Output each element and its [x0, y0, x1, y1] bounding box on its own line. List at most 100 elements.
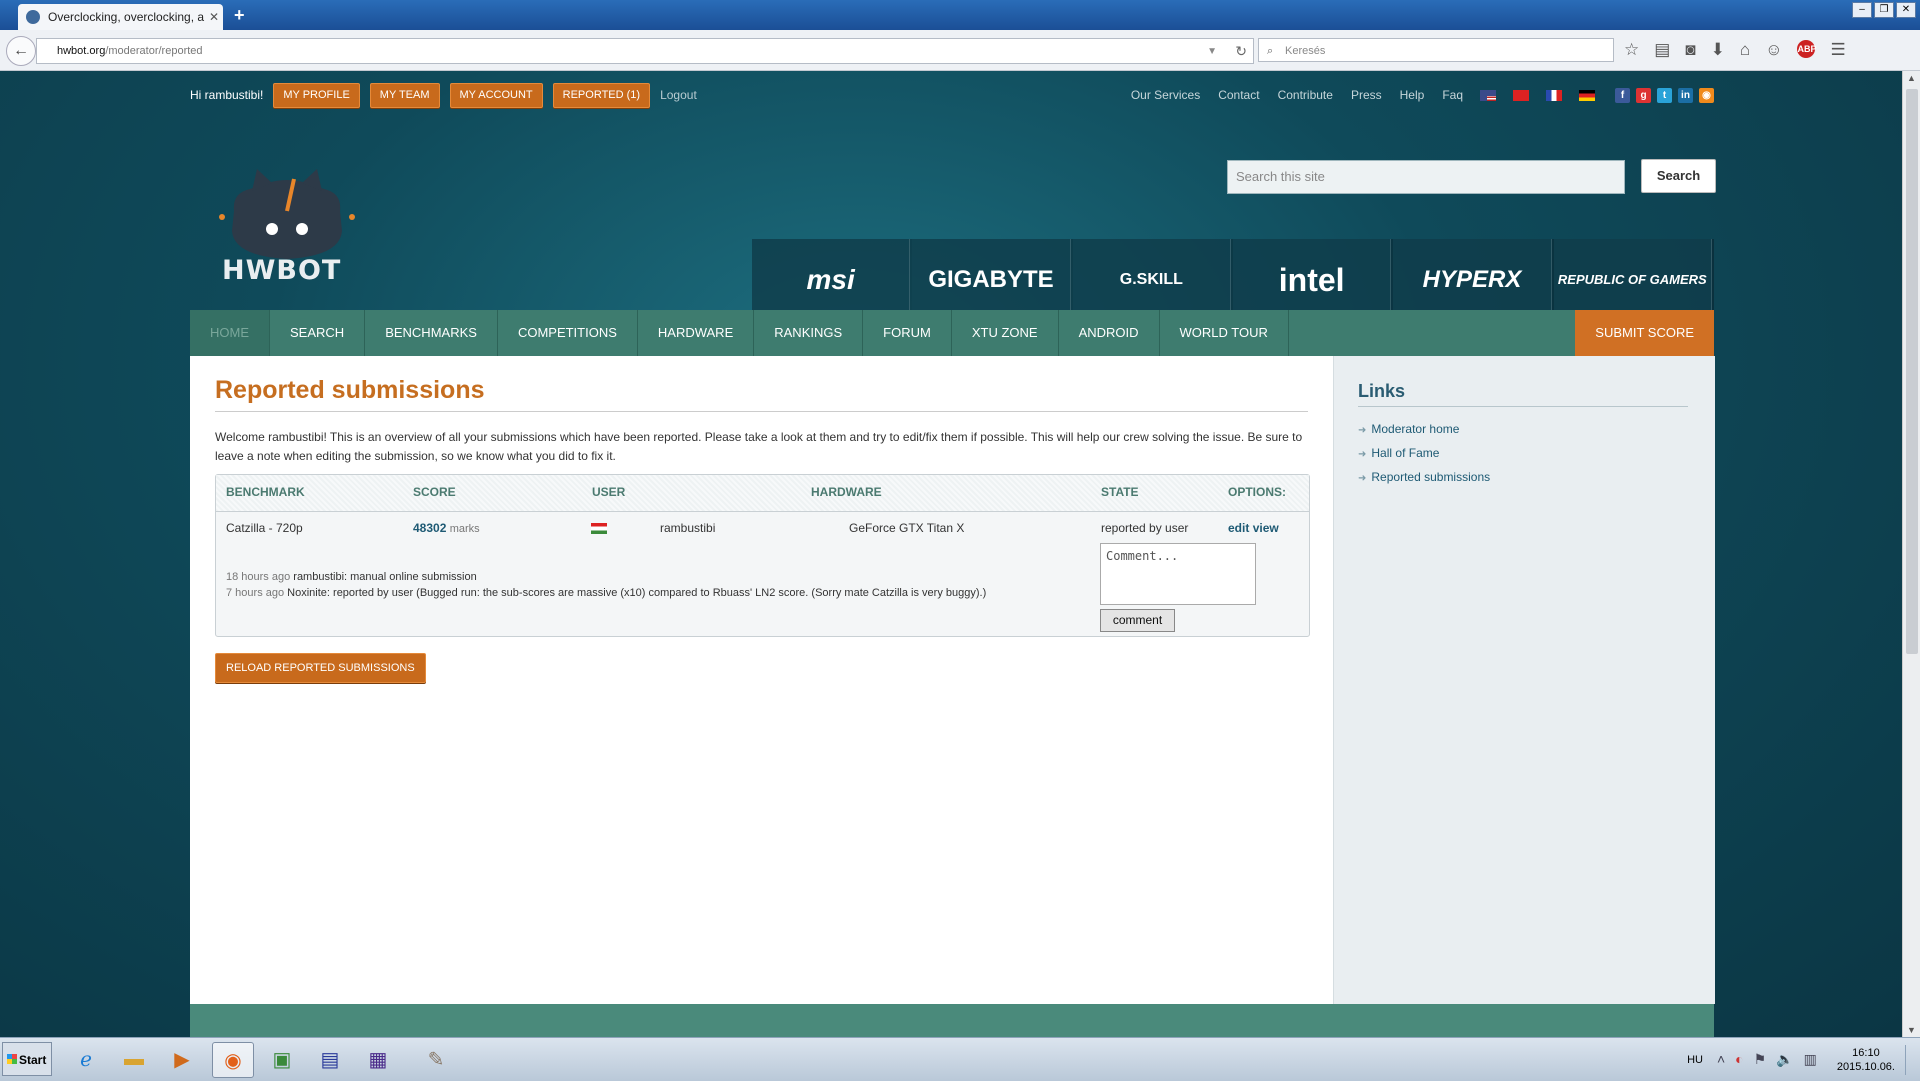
- sponsor-hyperx[interactable]: HYPERX: [1393, 239, 1552, 321]
- volume-icon[interactable]: 🔈: [1776, 1051, 1793, 1068]
- our-services-link[interactable]: Our Services: [1131, 88, 1200, 102]
- firefox-icon[interactable]: ◉: [212, 1042, 254, 1078]
- log-entry: 18 hours ago rambustibi: manual online s…: [226, 569, 986, 585]
- flag-fr-icon[interactable]: [1546, 89, 1562, 101]
- nav-home[interactable]: HOME: [190, 310, 270, 356]
- rss-icon[interactable]: ◉: [1699, 87, 1714, 103]
- cell-hardware[interactable]: GeForce GTX Titan X: [849, 521, 964, 535]
- flag-cn-icon[interactable]: [1513, 89, 1529, 101]
- image-viewer-icon[interactable]: ▣: [262, 1042, 302, 1076]
- browser-tab[interactable]: Overclocking, overclocking, a... ✕: [18, 4, 223, 30]
- sidebar-link-moderator-home[interactable]: ➜ Moderator home: [1358, 418, 1490, 442]
- edit-link[interactable]: edit: [1228, 521, 1249, 535]
- media-player-icon[interactable]: ▶: [162, 1042, 202, 1076]
- press-link[interactable]: Press: [1351, 88, 1382, 102]
- home-icon[interactable]: ⌂: [1740, 40, 1750, 60]
- comment-button[interactable]: comment: [1100, 609, 1175, 632]
- nav-benchmarks[interactable]: BENCHMARKS: [365, 310, 498, 356]
- nav-forum[interactable]: FORUM: [863, 310, 952, 356]
- explorer-icon[interactable]: ▬: [114, 1042, 154, 1076]
- cell-benchmark[interactable]: Catzilla - 720p: [226, 521, 303, 535]
- nav-search[interactable]: SEARCH: [270, 310, 366, 356]
- scroll-down-icon[interactable]: ▼: [1907, 1025, 1916, 1035]
- back-button[interactable]: ←: [6, 36, 36, 66]
- nav-rankings[interactable]: RANKINGS: [754, 310, 864, 356]
- reload-reported-button[interactable]: RELOAD REPORTED SUBMISSIONS: [215, 653, 426, 683]
- my-profile-button[interactable]: MY PROFILE: [273, 82, 360, 108]
- reload-icon[interactable]: ↻: [1235, 43, 1247, 60]
- score-link[interactable]: 48302: [413, 521, 446, 535]
- maximize-button[interactable]: ❐: [1874, 2, 1894, 18]
- hwbot-logo-icon[interactable]: [212, 151, 362, 311]
- site-search-input[interactable]: Search this site: [1227, 160, 1625, 194]
- flag-de-icon[interactable]: [1579, 89, 1595, 101]
- twitter-icon[interactable]: t: [1657, 87, 1672, 103]
- download-icon[interactable]: ⬇: [1711, 40, 1725, 60]
- sponsor-gskill[interactable]: G.SKILL: [1072, 239, 1231, 321]
- ie-icon[interactable]: ℯ: [66, 1042, 106, 1076]
- nav-android[interactable]: ANDROID: [1059, 310, 1160, 356]
- reported-button[interactable]: REPORTED (1): [552, 82, 651, 108]
- scrollbar-thumb[interactable]: [1906, 89, 1918, 654]
- score-unit: marks: [449, 523, 480, 535]
- sponsor-msi[interactable]: msi: [752, 239, 911, 321]
- action-center-icon[interactable]: ⚑: [1754, 1051, 1767, 1068]
- intro-text: Welcome rambustibi! This is an overview …: [215, 430, 1303, 463]
- pocket-icon[interactable]: ◙: [1685, 40, 1695, 60]
- nav-hardware[interactable]: HARDWARE: [638, 310, 755, 356]
- submit-score-button[interactable]: SUBMIT SCORE: [1575, 310, 1714, 356]
- nav-world-tour[interactable]: WORLD TOUR: [1160, 310, 1289, 356]
- my-account-button[interactable]: MY ACCOUNT: [449, 82, 543, 108]
- contact-link[interactable]: Contact: [1218, 88, 1259, 102]
- site-search-button[interactable]: Search: [1641, 159, 1716, 193]
- view-link[interactable]: view: [1253, 521, 1279, 535]
- url-bar[interactable]: hwbot.org/moderator/reported ▼ ↻: [36, 38, 1254, 64]
- log-text: rambustibi: manual online submission: [293, 571, 477, 583]
- my-team-button[interactable]: MY TEAM: [369, 82, 440, 108]
- menu-icon[interactable]: ☰: [1830, 40, 1845, 60]
- nav-xtu-zone[interactable]: XTU ZONE: [952, 310, 1059, 356]
- language-indicator[interactable]: HU: [1687, 1054, 1703, 1066]
- linkedin-icon[interactable]: in: [1678, 87, 1693, 103]
- contribute-link[interactable]: Contribute: [1278, 88, 1333, 102]
- save-app-icon[interactable]: ▤: [310, 1042, 350, 1076]
- logout-link[interactable]: Logout: [660, 88, 697, 102]
- clock[interactable]: 16:10 2015.10.06.: [1837, 1046, 1895, 1074]
- help-link[interactable]: Help: [1400, 88, 1425, 102]
- sidebar-link-reported[interactable]: ➜ Reported submissions: [1358, 466, 1490, 490]
- show-desktop-button[interactable]: [1905, 1044, 1916, 1075]
- sidebar-link-hall-of-fame[interactable]: ➜ Hall of Fame: [1358, 442, 1490, 466]
- col-options: OPTIONS:: [1228, 485, 1287, 499]
- start-button[interactable]: Start: [2, 1042, 52, 1076]
- tab-close-icon[interactable]: ✕: [205, 10, 223, 24]
- scroll-up-icon[interactable]: ▲: [1907, 73, 1916, 83]
- cell-user[interactable]: rambustibi: [660, 521, 715, 535]
- faq-link[interactable]: Faq: [1442, 88, 1463, 102]
- browser-navbar: ← hwbot.org/moderator/reported ▼ ↻ ⌕ Ker…: [0, 30, 1920, 71]
- sponsor-rog[interactable]: REPUBLIC OF GAMERS: [1553, 239, 1712, 321]
- reading-list-icon[interactable]: ▤: [1654, 40, 1670, 60]
- close-window-button[interactable]: ✕: [1896, 2, 1916, 18]
- network-icon[interactable]: ▥: [1804, 1051, 1817, 1068]
- new-tab-button[interactable]: +: [234, 5, 245, 26]
- paint-icon[interactable]: ✎: [416, 1042, 456, 1076]
- page-scrollbar[interactable]: ▲ ▼: [1902, 71, 1920, 1037]
- googleplus-icon[interactable]: g: [1636, 87, 1651, 103]
- cpu-app-icon[interactable]: ▦: [358, 1042, 398, 1076]
- bookmark-star-icon[interactable]: ☆: [1624, 40, 1639, 60]
- facebook-icon[interactable]: f: [1615, 87, 1630, 103]
- tray-app-icon[interactable]: ◐: [1735, 1051, 1743, 1068]
- tray-expand-icon[interactable]: ˄: [1717, 1051, 1725, 1068]
- chat-icon[interactable]: ☺: [1765, 40, 1782, 60]
- flag-us-icon[interactable]: [1480, 89, 1496, 101]
- col-benchmark: BENCHMARK: [226, 485, 305, 499]
- col-state: STATE: [1101, 485, 1139, 499]
- comment-textarea[interactable]: Comment...: [1100, 543, 1256, 605]
- sponsor-gigabyte[interactable]: GIGABYTE: [912, 239, 1071, 321]
- nav-competitions[interactable]: COMPETITIONS: [498, 310, 638, 356]
- sponsor-intel[interactable]: intel: [1232, 239, 1392, 321]
- url-dropdown-icon[interactable]: ▼: [1207, 46, 1217, 57]
- browser-search-input[interactable]: ⌕ Keresés: [1258, 38, 1614, 62]
- adblock-icon[interactable]: ABP: [1797, 40, 1817, 58]
- minimize-button[interactable]: –: [1852, 2, 1872, 18]
